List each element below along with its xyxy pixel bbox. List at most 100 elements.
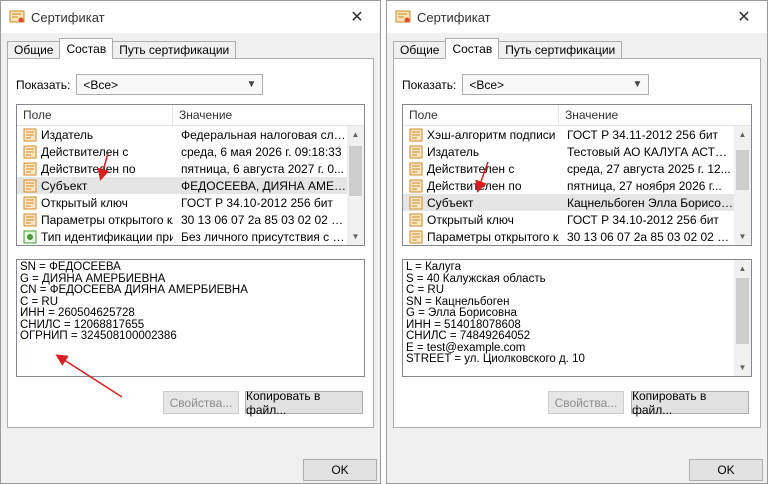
table-row[interactable]: Открытый ключ ГОСТ Р 34.10-2012 256 бит: [403, 211, 734, 228]
row-field: Действителен с: [17, 145, 173, 159]
properties-button[interactable]: Свойства...: [163, 391, 239, 414]
properties-button[interactable]: Свойства...: [548, 391, 624, 414]
row-field: Тип идентификации при в...: [17, 230, 173, 244]
show-select[interactable]: <Все> ▼: [462, 74, 650, 95]
show-select-value: <Все>: [469, 77, 505, 92]
table-row[interactable]: Хэш-алгоритм подписи ГОСТ Р 34.11-2012 25…: [403, 126, 734, 143]
tab-details[interactable]: Состав: [445, 38, 500, 59]
row-field: Действителен по: [403, 179, 559, 193]
list-header: Поле Значение: [403, 105, 751, 126]
scroll-thumb[interactable]: [736, 150, 749, 190]
certificate-field-icon: [23, 162, 37, 175]
column-field[interactable]: Поле: [403, 105, 559, 125]
window-title: Сертификат: [31, 9, 105, 25]
row-field-label: Действителен с: [427, 161, 515, 176]
scroll-thumb[interactable]: [736, 278, 749, 344]
fields-list[interactable]: Поле Значение Издатель Федеральная налого…: [16, 104, 365, 246]
row-value: пятница, 27 ноября 2026 г...: [567, 178, 722, 193]
certificate-icon: [9, 10, 25, 23]
close-icon[interactable]: ✕: [721, 1, 767, 33]
column-field[interactable]: Поле: [17, 105, 173, 125]
scroll-up-icon[interactable]: ▲: [347, 126, 364, 143]
row-field: Действителен по: [17, 162, 173, 176]
certificate-field-icon: [409, 213, 423, 226]
row-field-label: Действителен с: [41, 144, 129, 159]
table-row[interactable]: Действителен с среда, 6 мая 2026 г. 09:18…: [17, 143, 347, 160]
title-bar: Сертификат ✕: [387, 1, 767, 33]
tab-general[interactable]: Общие: [393, 41, 447, 59]
table-row[interactable]: Действителен с среда, 27 августа 2025 г. …: [403, 160, 734, 177]
ok-button[interactable]: OK: [303, 459, 377, 481]
detail-line: STREET = ул. Циолковского д. 10: [406, 353, 585, 365]
table-row[interactable]: Параметры открытого кл... 30 13 06 07 2a …: [17, 211, 347, 228]
tab-details[interactable]: Состав: [59, 38, 114, 59]
row-field-label: Действителен по: [41, 161, 136, 176]
table-row[interactable]: Издатель Федеральная налоговая слу...: [17, 126, 347, 143]
table-row[interactable]: Действителен по пятница, 6 августа 2027 г…: [17, 160, 347, 177]
certificate-field-icon: [23, 128, 37, 141]
fields-list[interactable]: Поле Значение Хэш-алгоритм подписи ГОСТ Р…: [402, 104, 752, 246]
table-row[interactable]: Субъект Кацнельбоген Элла Борисов...: [403, 194, 734, 211]
tab-certification-path[interactable]: Путь сертификации: [498, 41, 623, 59]
title-bar: Сертификат ✕: [1, 1, 380, 33]
window-title: Сертификат: [417, 9, 491, 25]
row-field: Издатель: [403, 145, 559, 159]
detail-line: G = Элла Борисовна: [406, 307, 517, 319]
show-label: Показать:: [402, 77, 457, 92]
show-select[interactable]: <Все> ▼: [76, 74, 264, 95]
show-select-value: <Все>: [83, 77, 119, 92]
tab-certification-path[interactable]: Путь сертификации: [112, 41, 237, 59]
table-row[interactable]: Действителен по пятница, 27 ноября 2026 г…: [403, 177, 734, 194]
list-header: Поле Значение: [17, 105, 364, 126]
table-row[interactable]: Параметры открытого кл... 30 13 06 07 2a …: [403, 228, 734, 245]
list-rows: Хэш-алгоритм подписи ГОСТ Р 34.11-2012 25…: [403, 126, 734, 245]
row-value: ФЕДОСЕЕВА, ДИЯНА АМЕРБ...: [181, 178, 347, 193]
certificate-field-icon: [409, 196, 423, 209]
row-field-label: Открытый ключ: [41, 195, 128, 210]
row-value: Тестовый АО КАЛУГА АСТРА...: [567, 144, 734, 159]
row-field-label: Субъект: [427, 195, 474, 210]
column-value[interactable]: Значение: [173, 105, 232, 125]
detail-line: ОГРНИП = 324508100002386: [20, 330, 177, 342]
detail-line: SN = ФЕДОСЕЕВА: [20, 261, 121, 273]
scroll-down-icon[interactable]: ▼: [734, 359, 751, 376]
table-row[interactable]: Издатель Тестовый АО КАЛУГА АСТРА...: [403, 143, 734, 160]
table-row[interactable]: Субъект ФЕДОСЕЕВА, ДИЯНА АМЕРБ...: [17, 177, 347, 194]
copy-to-file-button[interactable]: Копировать в файл...: [245, 389, 363, 417]
scroll-thumb[interactable]: [349, 146, 362, 196]
row-field-label: Хэш-алгоритм подписи: [427, 127, 556, 142]
row-field-label: Параметры открытого кл...: [41, 212, 173, 227]
row-field-label: Открытый ключ: [427, 212, 514, 227]
field-detail-text[interactable]: ▲ ▼ L = Калуга S = 40 Калужская область C …: [402, 259, 752, 377]
detail-scrollbar[interactable]: ▲ ▼: [734, 260, 751, 376]
scroll-down-icon[interactable]: ▼: [347, 228, 364, 245]
row-field: Параметры открытого кл...: [403, 230, 559, 244]
row-field: Хэш-алгоритм подписи: [403, 128, 559, 142]
table-row[interactable]: Открытый ключ ГОСТ Р 34.10-2012 256 бит: [17, 194, 347, 211]
scroll-up-icon[interactable]: ▲: [734, 126, 751, 143]
row-value: среда, 27 августа 2025 г. 12...: [567, 161, 731, 176]
list-scrollbar[interactable]: ▲ ▼: [347, 126, 364, 245]
row-field: Издатель: [17, 128, 173, 142]
certificate-field-icon: [23, 179, 37, 192]
row-value: ГОСТ Р 34.10-2012 256 бит: [567, 212, 719, 227]
table-row[interactable]: Тип идентификации при в... Без личного пр…: [17, 228, 347, 245]
column-value[interactable]: Значение: [559, 105, 618, 125]
certificate-icon: [395, 10, 411, 23]
scroll-down-icon[interactable]: ▼: [734, 228, 751, 245]
detail-line: S = 40 Калужская область: [406, 272, 546, 285]
row-field: Открытый ключ: [403, 213, 559, 227]
row-value: Кацнельбоген Элла Борисов...: [567, 195, 734, 210]
tab-general[interactable]: Общие: [7, 41, 61, 59]
row-field-label: Тип идентификации при в...: [41, 229, 173, 244]
detail-line: СНИЛС = 74849264052: [406, 330, 531, 342]
list-scrollbar[interactable]: ▲ ▼: [734, 126, 751, 245]
close-icon[interactable]: ✕: [334, 1, 380, 33]
copy-to-file-button[interactable]: Копировать в файл...: [631, 389, 749, 417]
row-value: 30 13 06 07 2a 85 03 02 02 24...: [181, 212, 347, 227]
certificate-field-icon: [23, 196, 37, 209]
list-rows: Издатель Федеральная налоговая слу... Дейс…: [17, 126, 347, 245]
ok-button[interactable]: OK: [689, 459, 763, 481]
scroll-up-icon[interactable]: ▲: [734, 260, 751, 277]
field-detail-text[interactable]: SN = ФЕДОСЕЕВА G = ДИЯНА АМЕРБИЕВНА CN = Ф…: [16, 259, 365, 377]
